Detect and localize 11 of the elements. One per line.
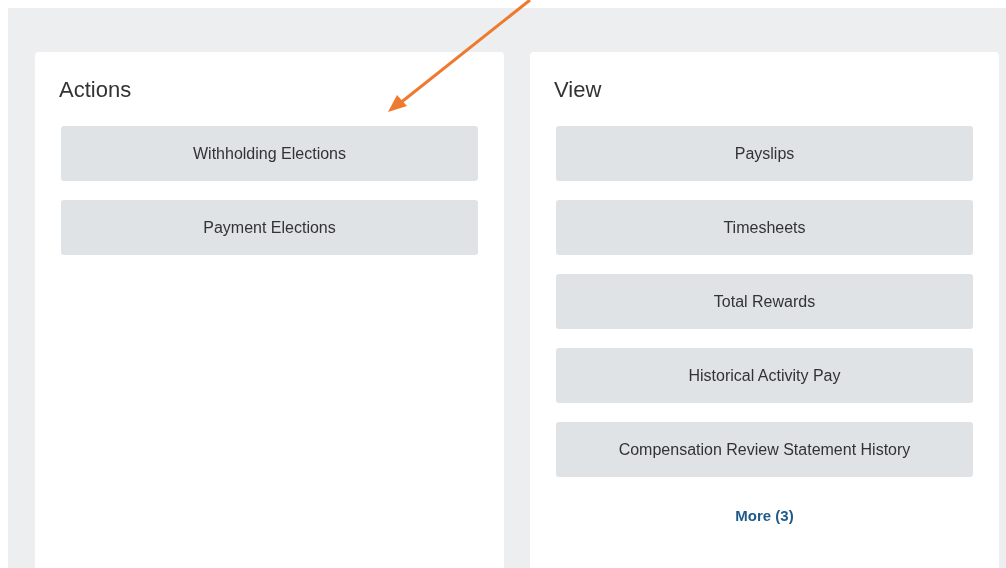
action-button[interactable]: Total Rewards [556, 274, 973, 329]
action-button[interactable]: Compensation Review Statement History [556, 422, 973, 477]
panel-title: View [554, 76, 603, 104]
action-button[interactable]: Withholding Elections [61, 126, 478, 181]
action-button[interactable]: Historical Activity Pay [556, 348, 973, 403]
action-button[interactable]: Payment Elections [61, 200, 478, 255]
more-link[interactable]: More (3) [735, 507, 794, 524]
panel-title: Actions [59, 76, 133, 104]
action-button[interactable]: Payslips [556, 126, 973, 181]
arrow-icon [388, 0, 531, 112]
action-button[interactable]: Timesheets [556, 200, 973, 255]
